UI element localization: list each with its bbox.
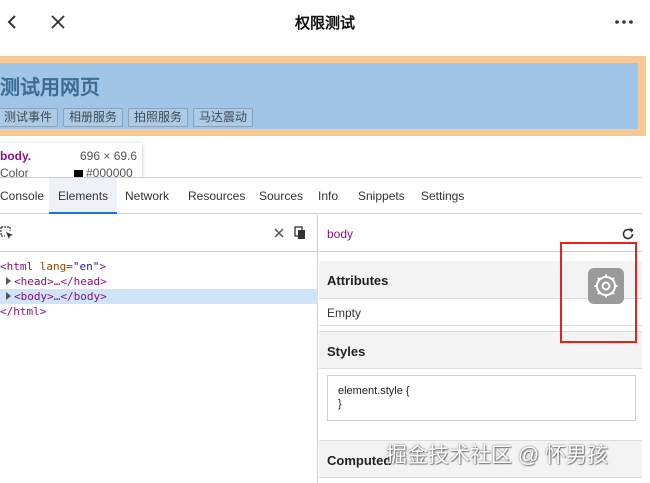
dom-node-body[interactable]: <body>…</body> (0, 289, 318, 304)
devtools-tab-bar: Console Elements Network Resources Sourc… (0, 178, 642, 214)
inspected-body-highlight: 测试用网页 测试事件 相册服务 拍照服务 马达震动 (0, 56, 646, 136)
devtools-panel: Console Elements Network Resources Sourc… (0, 177, 642, 483)
tab-settings[interactable]: Settings (421, 178, 464, 214)
dom-body: <body>…</body> (14, 290, 107, 303)
copy-icon[interactable] (294, 226, 306, 240)
tooltip-dimensions: 696 × 69.6 (80, 149, 138, 163)
tab-elements[interactable]: Elements (49, 178, 118, 214)
computed-title: Computed (327, 453, 392, 468)
tooltip-tag: body. (0, 149, 32, 163)
tab-network[interactable]: Network (125, 178, 169, 214)
inspect-element-icon[interactable] (0, 226, 14, 240)
dom-html-attr-eq: = (66, 260, 73, 273)
element-style-selector: element.style { (338, 385, 410, 397)
dom-node-html[interactable]: <html lang="en"> (0, 259, 318, 274)
more-horizontal-icon[interactable] (612, 12, 636, 32)
annotation-highlight-box (560, 242, 637, 343)
dom-html-open: <html (0, 260, 40, 273)
attributes-empty-text: Empty (327, 306, 362, 320)
tooltip-color-value: #000000 (86, 166, 133, 177)
styles-title: Styles (327, 344, 366, 359)
dom-tree: <html lang="en"> <head>…</head> <body>…<… (0, 259, 318, 319)
expand-triangle-icon[interactable] (6, 292, 11, 300)
dom-html-close: </html> (0, 305, 47, 318)
element-style-closing-brace: } (338, 398, 342, 410)
dom-node-html-close[interactable]: </html> (0, 304, 318, 319)
inspected-body-content: 测试用网页 测试事件 相册服务 拍照服务 马达震动 (0, 63, 638, 129)
top-bar: 权限测试 (0, 0, 650, 44)
elements-toolbar (0, 215, 318, 252)
tab-resources[interactable]: Resources (188, 178, 245, 214)
color-swatch (74, 170, 83, 177)
page-title: 权限测试 (294, 15, 355, 32)
elements-tree-pane: <html lang="en"> <head>…</head> <body>…<… (0, 215, 318, 483)
tab-snippets[interactable]: Snippets (358, 178, 405, 214)
expand-triangle-icon[interactable] (6, 277, 11, 285)
inspect-tooltip: body. 696 × 69.6 Color #000000 (0, 143, 142, 177)
refresh-icon[interactable] (621, 227, 635, 241)
tab-info[interactable]: Info (318, 178, 338, 214)
tab-sources[interactable]: Sources (259, 178, 303, 214)
preview-button-vibrate[interactable]: 马达震动 (193, 108, 254, 127)
preview-button-camera[interactable]: 拍照服务 (128, 108, 189, 127)
element-style-box[interactable]: element.style { } (327, 375, 636, 421)
dom-node-head[interactable]: <head>…</head> (0, 274, 318, 289)
dom-html-attr-name: lang (39, 260, 67, 273)
preview-button-row: 测试事件 相册服务 拍照服务 马达震动 (0, 108, 254, 127)
preview-button-test-event[interactable]: 测试事件 (0, 108, 59, 127)
watermark-text: 掘金技术社区 @ 怀男孩 (386, 444, 608, 467)
dom-html-attr-value: "en" (72, 260, 100, 273)
tooltip-color-label: Color (0, 166, 29, 177)
preview-button-album[interactable]: 相册服务 (63, 108, 124, 127)
clear-icon[interactable] (273, 227, 285, 239)
breadcrumb[interactable]: body (327, 227, 353, 241)
preview-heading: 测试用网页 (0, 77, 100, 99)
attributes-title: Attributes (327, 273, 389, 288)
tab-console[interactable]: Console (0, 178, 44, 214)
dom-head: <head>…</head> (14, 275, 107, 288)
dom-html-close-bracket: > (99, 260, 106, 273)
